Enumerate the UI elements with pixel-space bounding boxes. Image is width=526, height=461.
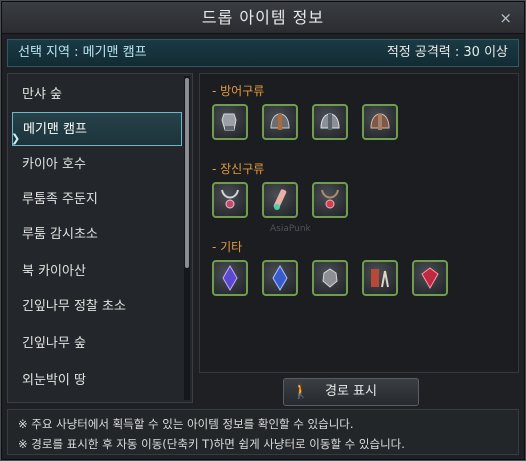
region-item-label: 메기맨 캠프 [23,122,87,137]
item-slot-earring[interactable] [262,182,298,218]
section-label-etc: - 기타 [212,240,243,254]
region-item-rutum-garrison[interactable]: 루툼족 주둔지 [12,183,182,217]
region-item-label: 루툼 감시초소 [22,227,98,242]
section-label-accessory: - 장신구류 [212,162,265,176]
region-item-megiman-camp[interactable]: ❯ 메기맨 캠프 [11,112,182,146]
earring-icon [273,189,287,210]
region-item-label: 카이아 호수 [22,157,86,172]
helmet-icon [320,113,340,130]
item-slot-gem[interactable] [412,260,448,296]
region-item-label: 긴잎나무 정찰 초소 [22,299,126,314]
region-item-label: 만샤 숲 [22,87,63,102]
region-item-kaia-lake[interactable]: 카이아 호수 [12,148,182,182]
region-item-mansha-forest[interactable]: 만샤 숲 [12,78,182,112]
close-icon[interactable]: × [499,2,512,34]
helmet-icon [270,113,290,130]
item-slot-helmet[interactable] [312,104,348,140]
crystal-icon [222,265,238,291]
help-line: ※ 주요 사냥터에서 획득할 수 있는 아이템 정보를 확인할 수 있습니다. [18,417,354,431]
region-item-rutum-outpost[interactable]: 루툼 감시초소 [12,218,182,252]
region-item-label: 외눈박이 땅 [22,373,86,388]
region-bar: 선택 지역 : 메기맨 캠프 적정 공격력 : 30 이상 [7,39,519,67]
item-content-panel: - 방어구류 - 장신구류 - 기타 AsiaPunk [199,73,519,373]
help-footer: ※ 주요 사냥터에서 획득할 수 있는 아이템 정보를 확인할 수 있습니다. … [7,409,519,455]
watermark-text: AsiaPunk [270,224,311,234]
recommended-power-label: 적정 공격력 : 30 이상 [386,45,508,60]
region-item-cyclops-land[interactable]: 외눈박이 땅 [12,364,182,398]
region-list: 만샤 숲 ❯ 메기맨 캠프 카이아 호수 루툼족 주둔지 루툼 감시초소 북 카… [7,73,193,403]
item-slot-ore[interactable] [312,260,348,296]
show-route-button[interactable]: 🚶 경로 표시 [283,378,419,406]
item-slot-helmet[interactable] [262,104,298,140]
helmet-icon [370,113,390,130]
region-item-north-kaia-mountain[interactable]: 북 카이아산 [12,255,182,289]
region-item-label: 루툼족 주둔지 [22,192,98,207]
help-line: ※ 경로를 표시한 후 자동 이동(단축키 T)하면 쉽게 사냥터로 이동할 수… [18,437,405,451]
walking-person-icon: 🚶 [292,384,310,400]
item-slot-crystal[interactable] [262,260,298,296]
title-bar: 드롭 아이템 정보 × [2,2,524,34]
gloves-icon [221,113,237,131]
item-slot-necklace[interactable] [312,182,348,218]
item-slot-bundle[interactable] [362,260,398,296]
item-slot-crystal[interactable] [212,260,248,296]
item-slot-gloves[interactable] [212,104,248,140]
gem-icon [421,267,439,290]
item-slot-necklace[interactable] [212,182,248,218]
window-title: 드롭 아이템 정보 [201,8,325,27]
section-label-armor: - 방어구류 [212,84,265,98]
region-item-label: 북 카이아산 [22,264,86,279]
item-slot-helmet[interactable] [362,104,398,140]
bundle-icon [371,269,389,288]
selected-region-label: 선택 지역 : 메기맨 캠프 [18,45,147,60]
region-item-longleaf-forest[interactable]: 긴잎나무 숲 [12,327,182,361]
crystal-icon [272,265,288,291]
drop-item-info-window: 드롭 아이템 정보 × 선택 지역 : 메기맨 캠프 적정 공격력 : 30 이… [0,0,526,461]
ore-icon [322,268,338,288]
show-route-label: 경로 표시 [325,384,377,399]
scrollbar-thumb[interactable] [185,78,189,268]
necklace-icon [321,189,339,209]
region-item-longleaf-scout-post[interactable]: 긴잎나무 정찰 초소 [12,290,182,324]
region-item-label: 긴잎나무 숲 [22,336,86,351]
necklace-icon [221,189,239,209]
